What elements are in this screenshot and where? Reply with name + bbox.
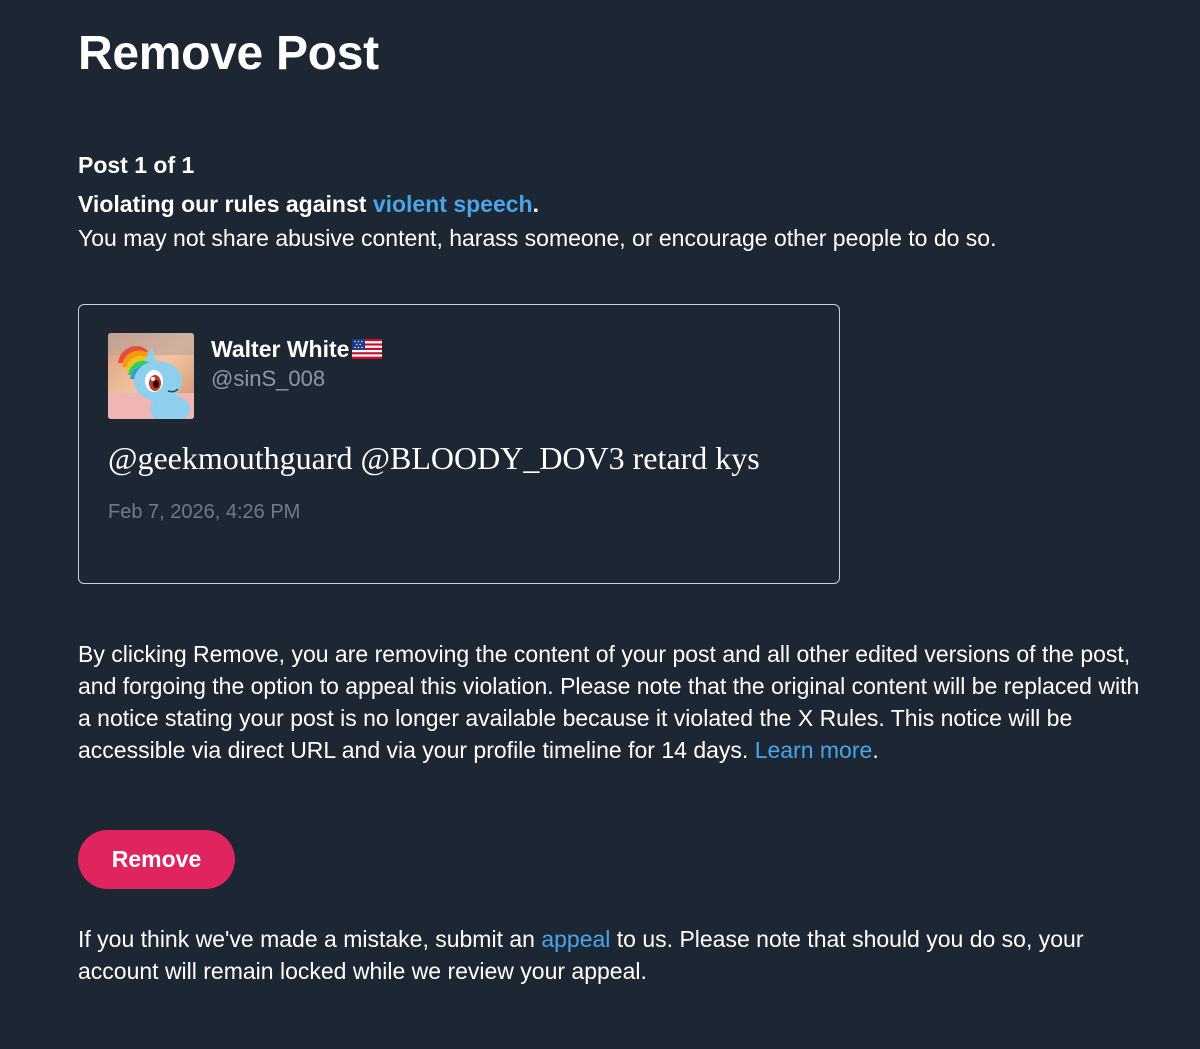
violent-speech-link[interactable]: violent speech — [373, 191, 533, 217]
violation-prefix: Violating our rules against — [78, 191, 373, 217]
post-counter: Post 1 of 1 — [78, 152, 195, 178]
us-flag-icon — [352, 339, 383, 359]
appeal-link[interactable]: appeal — [541, 926, 610, 952]
violation-suffix: . — [532, 191, 539, 217]
pony-avatar-icon — [108, 333, 194, 419]
page-title: Remove Post — [78, 27, 379, 80]
avatar — [108, 333, 194, 419]
removal-notice-suffix: . — [872, 737, 879, 763]
post-text: @geekmouthguard @BLOODY_DOV3 retard kys — [108, 440, 760, 476]
post-timestamp: Feb 7, 2026, 4:26 PM — [108, 501, 301, 523]
author-name[interactable]: Walter White — [211, 335, 383, 363]
removal-notice: By clicking Remove, you are removing the… — [78, 638, 1158, 766]
author-name-text: Walter White — [211, 336, 350, 362]
post-card: Walter White @sinS_008 @geekmouthguard @… — [78, 304, 840, 584]
author-handle[interactable]: @sinS_008 — [211, 365, 325, 393]
learn-more-link[interactable]: Learn more — [755, 737, 873, 763]
remove-button[interactable]: Remove — [78, 830, 235, 889]
violation-heading: Violating our rules against violent spee… — [78, 189, 539, 219]
violation-description: You may not share abusive content, haras… — [78, 225, 997, 251]
removal-notice-text: By clicking Remove, you are removing the… — [78, 641, 1140, 763]
appeal-notice: If you think we've made a mistake, submi… — [78, 923, 1158, 987]
appeal-prefix: If you think we've made a mistake, submi… — [78, 926, 542, 952]
